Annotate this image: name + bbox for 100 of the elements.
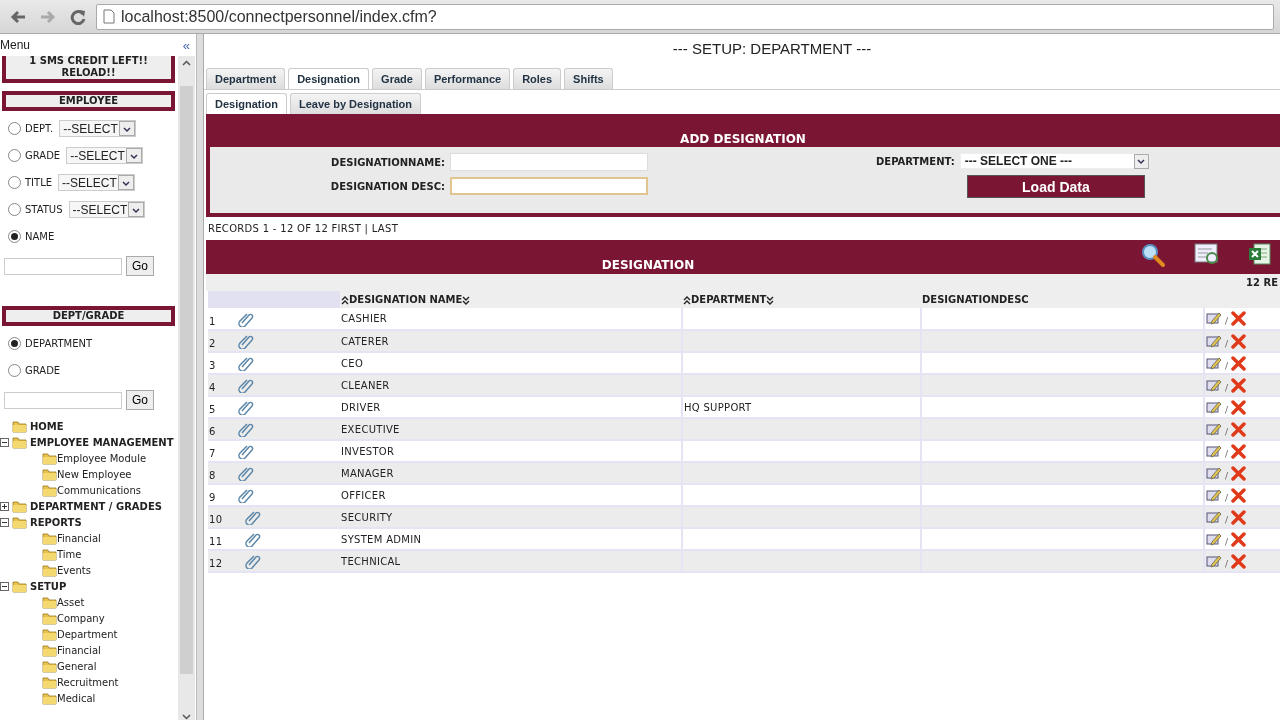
tree-item[interactable]: Time <box>57 548 82 560</box>
tab[interactable]: Designation <box>206 93 287 114</box>
tree-item[interactable]: SETUP <box>30 580 67 592</box>
edit-icon[interactable] <box>1206 355 1222 371</box>
separator-text: / <box>1225 382 1229 393</box>
search-icon[interactable] <box>1140 242 1166 268</box>
tree-item[interactable]: EMPLOYEE MANAGEMENT <box>30 436 174 448</box>
tree-item[interactable]: Communications <box>57 484 142 496</box>
go-button[interactable]: Go <box>126 256 154 276</box>
paperclip-icon[interactable] <box>238 443 254 459</box>
go-button[interactable]: Go <box>126 390 154 410</box>
tree-item[interactable]: Asset <box>57 596 85 608</box>
paperclip-icon[interactable] <box>245 531 261 547</box>
scroll-up-icon[interactable] <box>182 60 191 66</box>
delete-icon[interactable] <box>1231 311 1247 326</box>
tree-item[interactable]: Employee Module <box>57 452 147 464</box>
paperclip-icon[interactable] <box>245 509 261 525</box>
edit-icon[interactable] <box>1206 487 1222 503</box>
radio-button[interactable] <box>8 364 21 377</box>
edit-icon[interactable] <box>1206 531 1222 547</box>
tab[interactable]: Designation <box>288 68 370 89</box>
department-dropdown[interactable]: --- SELECT ONE --- <box>959 153 1150 169</box>
spreadsheet-icon[interactable] <box>1248 242 1272 266</box>
filter-dropdown[interactable]: --SELECT <box>58 174 135 191</box>
paperclip-icon[interactable] <box>238 421 254 437</box>
splitter-handle[interactable] <box>197 34 204 720</box>
edit-icon[interactable] <box>1206 311 1222 326</box>
collapse-icon[interactable] <box>0 517 9 527</box>
delete-icon[interactable] <box>1231 443 1247 459</box>
input-field[interactable] <box>450 153 648 171</box>
paperclip-icon[interactable] <box>238 355 254 371</box>
radio-button[interactable] <box>8 122 21 135</box>
paperclip-icon[interactable] <box>238 487 254 503</box>
sort-descending-icon[interactable] <box>462 295 471 305</box>
paperclip-icon[interactable] <box>245 553 261 569</box>
edit-icon[interactable] <box>1206 421 1222 437</box>
tree-item[interactable]: DEPARTMENT / GRADES <box>30 500 162 512</box>
paperclip-icon[interactable] <box>238 377 254 393</box>
radio-button[interactable] <box>8 149 21 162</box>
tree-item[interactable]: Financial <box>57 532 101 544</box>
tree-item[interactable]: HOME <box>30 420 64 432</box>
address-bar[interactable]: localhost:8500/connectpersonnel/index.cfm? <box>96 3 1274 30</box>
paperclip-icon[interactable] <box>238 333 254 349</box>
tab[interactable]: Grade <box>372 68 422 89</box>
collapse-icon[interactable] <box>0 437 9 447</box>
filter-dropdown[interactable]: --SELECT <box>68 201 146 218</box>
tree-item[interactable]: Company <box>57 612 105 624</box>
radio-button[interactable] <box>8 230 21 243</box>
collapse-button[interactable]: « <box>182 37 190 53</box>
tab[interactable]: Roles <box>513 68 562 89</box>
paperclip-icon[interactable] <box>238 399 254 415</box>
delete-icon[interactable] <box>1231 465 1247 481</box>
tab[interactable]: Department <box>206 68 286 89</box>
tree-item[interactable]: Events <box>57 564 91 576</box>
expand-icon[interactable] <box>0 501 9 511</box>
delete-icon[interactable] <box>1231 487 1247 503</box>
scroll-down-icon[interactable] <box>182 714 191 720</box>
paperclip-icon[interactable] <box>238 310 254 327</box>
tab[interactable]: Performance <box>424 68 511 89</box>
tree-item[interactable]: New Employee <box>57 468 132 480</box>
edit-icon[interactable] <box>1206 553 1222 569</box>
input-field[interactable] <box>450 177 648 195</box>
tree-item[interactable]: General <box>57 660 97 672</box>
filter-dropdown[interactable]: --SELECT <box>66 147 143 164</box>
delete-icon[interactable] <box>1231 377 1247 393</box>
radio-button[interactable] <box>8 176 21 189</box>
refresh-list-icon[interactable] <box>1194 242 1220 266</box>
filter-dropdown[interactable]: --SELECT <box>59 120 136 137</box>
tree-item[interactable]: Recruitment <box>57 676 119 688</box>
tree-item[interactable]: Medical <box>57 692 96 704</box>
sort-ascending-icon[interactable] <box>341 295 349 305</box>
edit-icon[interactable] <box>1206 465 1222 481</box>
edit-icon[interactable] <box>1206 399 1222 415</box>
tree-item[interactable]: Financial <box>57 644 101 656</box>
delete-icon[interactable] <box>1231 509 1247 525</box>
edit-icon[interactable] <box>1206 509 1222 525</box>
edit-icon[interactable] <box>1206 377 1222 393</box>
delete-icon[interactable] <box>1231 399 1247 415</box>
tab[interactable]: Leave by Designation <box>289 93 422 114</box>
collapse-icon[interactable] <box>0 581 9 591</box>
edit-icon[interactable] <box>1206 443 1222 459</box>
sort-ascending-icon[interactable] <box>683 295 691 305</box>
tab[interactable]: Shifts <box>564 68 613 89</box>
delete-icon[interactable] <box>1231 355 1247 371</box>
delete-icon[interactable] <box>1231 553 1247 569</box>
scrollbar[interactable] <box>178 56 195 720</box>
edit-icon[interactable] <box>1206 333 1222 349</box>
tree-item[interactable]: Department <box>57 628 118 640</box>
delete-icon[interactable] <box>1231 531 1247 547</box>
sort-descending-icon[interactable] <box>766 295 775 305</box>
radio-button[interactable] <box>8 337 21 350</box>
load-data-button[interactable]: Load Data <box>966 175 1145 198</box>
search-field[interactable] <box>4 391 122 409</box>
delete-icon[interactable] <box>1231 333 1247 349</box>
reload-icon[interactable] <box>69 7 87 26</box>
radio-button[interactable] <box>8 203 21 216</box>
delete-icon[interactable] <box>1231 421 1247 437</box>
paperclip-icon[interactable] <box>238 465 254 481</box>
search-field[interactable] <box>4 257 122 275</box>
tree-item[interactable]: REPORTS <box>30 516 82 528</box>
